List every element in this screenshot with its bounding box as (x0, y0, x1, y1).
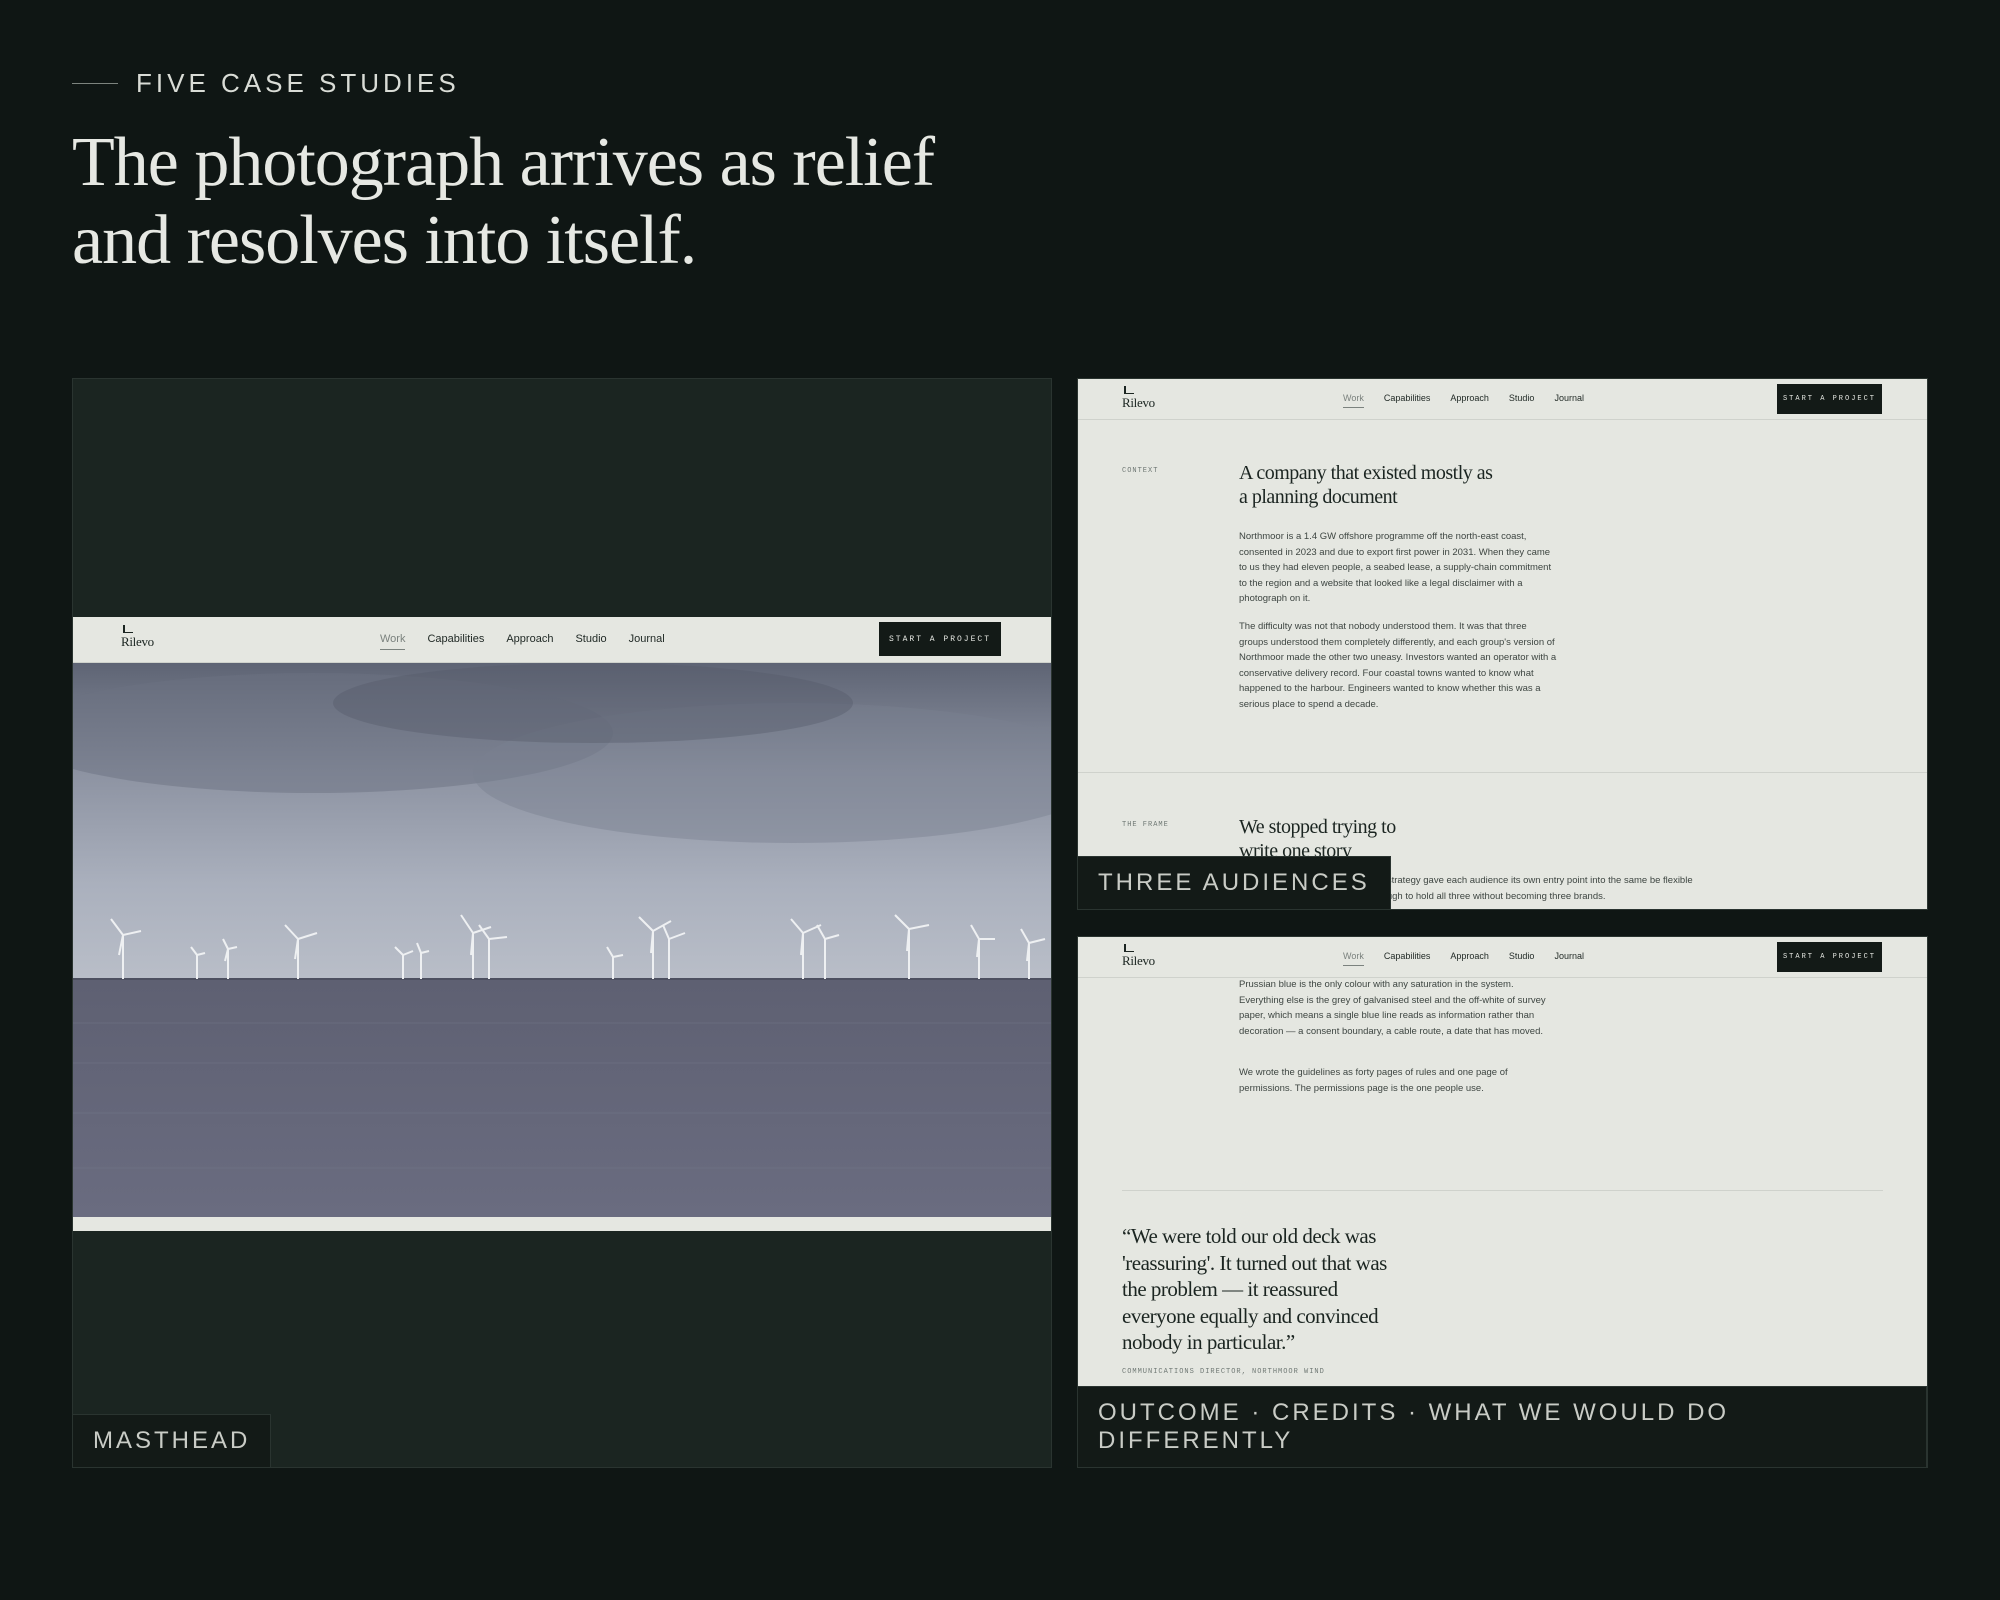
outcome-paragraph-1: Prussian blue is the only colour with an… (1239, 979, 1546, 1037)
section-label-frame: THE FRAME (1122, 821, 1169, 829)
nav-link-journal[interactable]: Journal (629, 633, 665, 650)
site-nav: Rilevo Work Capabilities Approach Studio… (1078, 379, 1927, 420)
start-project-button[interactable]: START A PROJECT (879, 622, 1001, 656)
nav-links: Work Capabilities Approach Studio Journa… (1343, 951, 1584, 966)
eyebrow: FIVE CASE STUDIES (72, 68, 460, 99)
three-audiences-panel: Rilevo Work Capabilities Approach Studio… (1077, 378, 1928, 910)
nav-link-capabilities[interactable]: Capabilities (1384, 951, 1431, 966)
eyebrow-text: FIVE CASE STUDIES (136, 68, 460, 98)
section-label-context: CONTEXT (1122, 467, 1159, 475)
nav-link-studio[interactable]: Studio (575, 633, 606, 650)
outcome-panel: Rilevo Work Capabilities Approach Studio… (1077, 936, 1928, 1468)
nav-link-work[interactable]: Work (1343, 951, 1364, 966)
logo-mark-icon (1124, 944, 1134, 952)
context-paragraph-1: Northmoor is a 1.4 GW offshore programme… (1239, 531, 1552, 604)
quote-attribution: COMMUNICATIONS DIRECTOR, NORTHMOOR WIND (1122, 1368, 1325, 1376)
logo-text: Rilevo (121, 634, 154, 649)
start-project-button[interactable]: START A PROJECT (1777, 942, 1882, 972)
masthead-panel: Rilevo Work Capabilities Approach Studio… (72, 378, 1052, 1468)
outcome-paragraph-2: We wrote the guidelines as forty pages o… (1239, 1067, 1508, 1094)
logo-mark-icon (123, 625, 133, 633)
logo-text: Rilevo (1122, 953, 1155, 968)
quote-divider-top (1122, 1190, 1883, 1191)
nav-link-studio[interactable]: Studio (1509, 951, 1535, 966)
site-nav: Rilevo Work Capabilities Approach Studio… (1078, 937, 1927, 978)
logo-mark-icon (1124, 386, 1134, 394)
site-logo[interactable]: Rilevo (1122, 386, 1155, 412)
logo-text: Rilevo (1122, 395, 1155, 410)
site-logo[interactable]: Rilevo (121, 625, 154, 651)
page-headline: The photograph arrives as relief and res… (72, 124, 935, 279)
nav-link-approach[interactable]: Approach (506, 633, 553, 650)
site-logo[interactable]: Rilevo (1122, 944, 1155, 970)
nav-link-work[interactable]: Work (380, 633, 406, 650)
outcome-label: OUTCOME · CREDITS · WHAT WE WOULD DO DIF… (1078, 1386, 1927, 1467)
nav-link-journal[interactable]: Journal (1554, 393, 1584, 408)
site-nav: Rilevo Work Capabilities Approach Studio… (73, 617, 1051, 663)
nav-links: Work Capabilities Approach Studio Journa… (380, 633, 665, 650)
client-quote: “We were told our old deck was 'reassuri… (1122, 1224, 1387, 1354)
nav-link-capabilities[interactable]: Capabilities (427, 633, 484, 650)
hero-photo-wind-farm (73, 663, 1051, 1217)
eyebrow-rule (72, 83, 118, 84)
nav-link-studio[interactable]: Studio (1509, 393, 1535, 408)
masthead-label: MASTHEAD (73, 1414, 272, 1467)
frame-paragraph: the strategy gave each audience its own … (1371, 875, 1693, 902)
nav-link-work[interactable]: Work (1343, 393, 1364, 408)
nav-links: Work Capabilities Approach Studio Journa… (1343, 393, 1584, 408)
nav-link-approach[interactable]: Approach (1450, 951, 1489, 966)
three-audiences-label: THREE AUDIENCES (1078, 856, 1391, 909)
context-paragraph-2: The difficulty was not that nobody under… (1239, 621, 1557, 710)
context-heading: A company that existed mostly as a plann… (1239, 462, 1493, 508)
start-project-button[interactable]: START A PROJECT (1777, 384, 1882, 414)
photo-caption-strip (73, 1217, 1051, 1231)
section-divider (1078, 772, 1927, 773)
nav-link-approach[interactable]: Approach (1450, 393, 1489, 408)
nav-link-journal[interactable]: Journal (1554, 951, 1584, 966)
nav-link-capabilities[interactable]: Capabilities (1384, 393, 1431, 408)
